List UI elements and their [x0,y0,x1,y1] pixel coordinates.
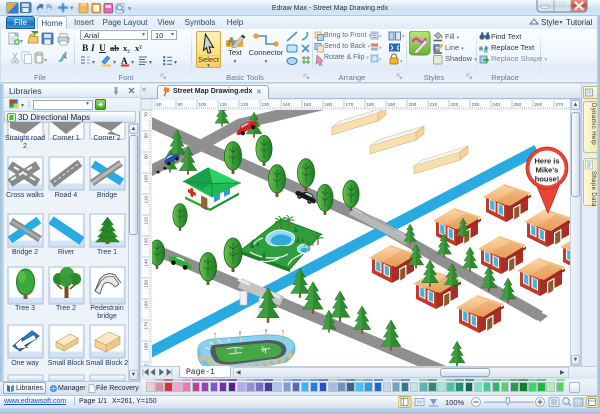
svg-text:140: 140 [283,102,291,107]
svg-text:▾: ▾ [207,63,210,68]
svg-text:▾: ▾ [149,60,152,66]
svg-text:Tree 3: Tree 3 [15,305,35,312]
svg-text:▾: ▾ [70,5,74,12]
svg-text:▾: ▾ [44,58,47,64]
svg-text:▾: ▾ [113,60,116,66]
svg-text:90: 90 [144,154,149,160]
svg-text:I: I [90,44,95,54]
svg-text:▾: ▾ [379,57,382,63]
svg-text:Mike's: Mike's [536,166,559,175]
svg-text:160: 160 [144,301,149,309]
svg-text:Corner 1: Corner 1 [52,135,79,142]
svg-text:b: b [484,49,488,55]
svg-text:Small Block: Small Block [48,360,85,367]
svg-text:Bridge 2: Bridge 2 [12,249,38,256]
svg-text:▾: ▾ [400,59,403,65]
svg-text:130: 130 [262,102,270,107]
svg-text:a: a [479,46,483,53]
svg-text:Connector: Connector [249,48,284,57]
svg-text:ab: ab [110,43,119,53]
svg-text:140: 140 [144,259,149,267]
svg-text:River: River [58,249,75,256]
svg-text:110: 110 [220,102,228,107]
svg-text:▾: ▾ [20,39,23,45]
svg-text:260: 260 [535,102,543,107]
svg-text:230: 230 [472,102,480,107]
svg-text:▾: ▾ [265,59,268,65]
svg-text:Small Block 2: Small Block 2 [86,360,129,367]
svg-text:One way: One way [11,360,39,367]
svg-text:Here is: Here is [534,157,559,166]
svg-text:90: 90 [178,102,184,107]
svg-text:2: 2 [23,143,27,150]
svg-text:Cross walks: Cross walks [6,192,44,199]
svg-text:100%: 100% [445,398,465,407]
svg-text:Tree 2: Tree 2 [56,305,76,312]
svg-text:210: 210 [430,102,438,107]
svg-text:160: 160 [325,102,333,107]
svg-text:Bridge: Bridge [97,192,117,199]
svg-text:▾: ▾ [402,34,405,40]
svg-text:100: 100 [199,102,207,107]
svg-text:180: 180 [144,343,149,351]
svg-text:▾: ▾ [379,46,382,52]
svg-text:110: 110 [144,196,149,204]
svg-text:▾: ▾ [92,60,95,66]
svg-text:Text: Text [228,48,243,57]
svg-text:120: 120 [144,217,149,225]
svg-text:Pedestrain: Pedestrain [90,305,124,312]
svg-text:250: 250 [514,102,522,107]
svg-text:220: 220 [451,102,459,107]
svg-text:x²: x² [135,43,142,53]
svg-text:150: 150 [304,102,312,107]
svg-text:Straight road: Straight road [5,135,45,142]
svg-text:120: 120 [241,102,249,107]
svg-text:U: U [99,44,106,54]
svg-text:Tree 1: Tree 1 [97,249,117,256]
svg-text:x₂: x₂ [123,43,130,53]
svg-text:190: 190 [388,102,396,107]
svg-text:70: 70 [144,112,149,118]
svg-text:240: 240 [493,102,501,107]
svg-text:house!: house! [535,175,560,184]
svg-text:150: 150 [144,280,149,288]
svg-text:130: 130 [144,238,149,246]
svg-text:Corner 2: Corner 2 [93,135,120,142]
svg-text:180: 180 [367,102,375,107]
svg-text:200: 200 [409,102,417,107]
svg-text:80: 80 [144,133,149,139]
svg-text:▾: ▾ [128,6,132,13]
svg-text:80: 80 [157,102,163,107]
svg-text:170: 170 [346,102,354,107]
svg-text:Road 4: Road 4 [55,192,78,199]
svg-text:bridge: bridge [97,313,117,320]
svg-text:170: 170 [144,322,149,330]
svg-text:▾: ▾ [174,60,177,66]
svg-text:▾: ▾ [379,34,382,40]
svg-text:B: B [82,44,89,54]
svg-text:100: 100 [144,175,149,183]
svg-text:▾: ▾ [234,59,237,65]
svg-text:270: 270 [556,102,564,107]
svg-text:▾: ▾ [131,60,134,66]
